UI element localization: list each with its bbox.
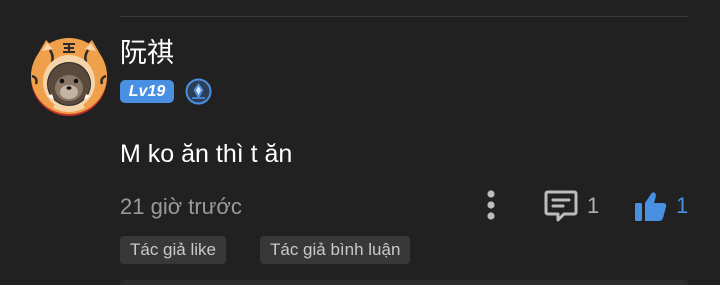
username[interactable]: 阮祺 [120,36,174,70]
comment-card: 阮祺 Lv19 M ko ăn thì t ăn 21 giờ trước 1 … [0,0,720,285]
reply-button[interactable]: 1 [544,189,599,223]
timestamp: 21 giờ trước [120,194,242,219]
verified-badge-icon [185,78,212,105]
comment-text: M ko ăn thì t ăn [120,140,293,168]
like-count: 1 [676,193,689,218]
top-divider [120,16,688,17]
author-liked-tag: Tác giả like [120,236,226,264]
avatar[interactable] [28,36,110,118]
comment-icon [544,190,578,222]
level-badge: Lv19 [120,80,174,103]
like-button[interactable]: 1 [634,189,688,223]
more-vertical-icon[interactable] [480,189,502,221]
thumbs-up-icon [635,192,667,221]
next-comment-edge [120,280,688,285]
author-commented-tag: Tác giả bình luận [260,236,411,264]
reply-count: 1 [587,193,600,218]
